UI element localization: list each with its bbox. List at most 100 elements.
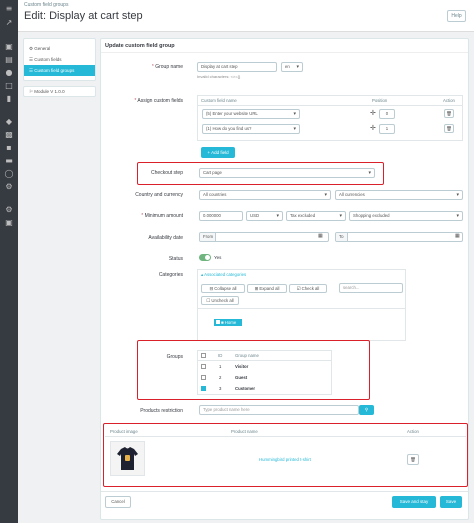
group-name-input[interactable]: Display at cart step — [197, 62, 277, 72]
status-value: Yes — [214, 255, 222, 260]
status-toggle[interactable] — [199, 254, 211, 261]
panel-title: Update custom field group — [101, 39, 468, 53]
country-currency-label: Country and currency — [135, 192, 183, 198]
page-title: Edit: Display at cart step — [24, 10, 143, 22]
modules-icon[interactable]: ◆ — [4, 117, 14, 126]
search-icon: ⚲ — [364, 407, 369, 412]
categories-label: Categories — [158, 272, 183, 278]
col-position: Position — [372, 98, 388, 103]
edit-form-panel: Update custom field group * Group name D… — [100, 38, 469, 520]
associated-categories-link[interactable]: ▴ Associated categories — [201, 272, 246, 278]
subnav-item-custom-field-groups[interactable]: ☰ Custom field groups — [24, 65, 95, 76]
checkout-step-select[interactable]: Cart page — [199, 168, 375, 178]
col-group-name: Group name — [235, 353, 259, 358]
col-action: Action — [443, 98, 455, 103]
orders-icon[interactable]: ▤ — [4, 55, 14, 64]
assign-fields-label: * Assign custom fields — [134, 98, 183, 104]
language-select[interactable]: en — [281, 62, 303, 72]
product-image — [110, 441, 145, 476]
group-id-3: 3 — [219, 386, 222, 391]
minimum-amount-input[interactable]: 0.000000 — [199, 211, 243, 221]
save-button[interactable]: Save — [440, 496, 462, 508]
col-product-action: Action — [407, 429, 419, 434]
remove-product-button[interactable]: 🗑 — [407, 454, 419, 465]
checkbox-icon — [216, 320, 220, 324]
basket-icon[interactable]: ▣ — [4, 42, 14, 51]
group-name-1: Visitor — [235, 364, 249, 369]
col-product-name: Product name — [231, 429, 258, 434]
trash-icon: 🗑 — [446, 126, 452, 131]
customer-icon[interactable]: ● — [4, 68, 14, 77]
check-all-button[interactable]: ☑ Check all — [289, 284, 327, 293]
product-name-link[interactable]: Hummingbird printed t-shirt — [259, 457, 311, 462]
custom-field-select-2[interactable]: (1) How do you find us? — [202, 124, 300, 134]
date-to-input[interactable]: To — [335, 232, 463, 242]
groups-table: ID Group name 1 Visitor 2 Guest 3 Custom… — [197, 350, 332, 395]
design-icon[interactable]: ▩ — [4, 130, 14, 139]
shipping-select[interactable]: Shopping excluded — [349, 211, 463, 221]
subnav-item-general[interactable]: ⚙ General — [24, 43, 95, 54]
uncheck-all-button[interactable]: ☐ Uncheck all — [201, 296, 239, 305]
minimum-amount-label: * Minimum amount — [141, 213, 183, 219]
drag-handle-icon[interactable]: ✛ — [370, 109, 376, 117]
group-name-3: Customer — [235, 386, 256, 391]
add-field-button[interactable]: + Add field — [201, 147, 235, 158]
advanced-icon[interactable]: ▣ — [4, 218, 14, 227]
groups-label: Groups — [166, 354, 183, 360]
tax-select[interactable]: Tax excluded — [286, 211, 346, 221]
calendar-icon[interactable]: ▦ — [318, 233, 323, 239]
delete-row-1-button[interactable]: 🗑 — [444, 109, 454, 118]
position-value-2[interactable]: 1 — [379, 124, 395, 134]
chat-icon[interactable]: □ — [4, 81, 14, 90]
category-home[interactable]: ■ Home — [214, 319, 242, 326]
breadcrumb[interactable]: Custom field groups — [24, 2, 68, 8]
group-checkbox-1[interactable] — [201, 364, 206, 369]
expand-all-button[interactable]: ⊞ Expand all — [247, 284, 287, 293]
calendar-icon[interactable]: ▦ — [455, 233, 460, 239]
subnav-item-custom-fields[interactable]: ☰ Custom fields — [24, 54, 95, 65]
settings-icon[interactable]: ⚙ — [4, 182, 14, 191]
checkout-step-label: Checkout step — [151, 170, 183, 176]
international-icon[interactable]: ◯ — [4, 169, 14, 178]
trend-icon[interactable]: ↗ — [4, 18, 14, 27]
main-sidebar: ≡ ↗ ▣ ▤ ● □ ▮ ◆ ▩ ▪ ▬ ◯ ⚙ ⚙ ▣ — [0, 0, 18, 523]
select-all-groups-checkbox[interactable] — [201, 353, 206, 358]
drag-handle-icon[interactable]: ✛ — [370, 124, 376, 132]
group-name-2: Guest — [235, 375, 248, 380]
product-search-button[interactable]: ⚲ — [359, 405, 374, 415]
group-name-label: * Group name — [151, 64, 183, 70]
save-and-stay-button[interactable]: Save and stay — [392, 496, 436, 508]
custom-field-select-1[interactable]: (5) Enter your website URL — [202, 109, 300, 119]
trash-icon: 🗑 — [410, 457, 416, 462]
group-id-1: 1 — [219, 364, 222, 369]
module-subnav: ⚙ General ☰ Custom fields ☰ Custom field… — [23, 38, 96, 81]
col-id: ID — [218, 353, 223, 358]
payment-icon[interactable]: ▬ — [4, 156, 14, 165]
delete-row-2-button[interactable]: 🗑 — [444, 124, 454, 133]
group-checkbox-3[interactable] — [201, 386, 206, 391]
group-name-hint: Invalid characters: <>={} — [197, 74, 241, 79]
country-select[interactable]: All countries — [199, 190, 331, 200]
col-product-image: Product image — [110, 429, 138, 434]
position-value-1[interactable]: 0 — [379, 109, 395, 119]
shipping-icon[interactable]: ▪ — [4, 143, 14, 152]
category-search-input[interactable]: search... — [339, 283, 403, 293]
stats-icon[interactable]: ▮ — [4, 94, 14, 103]
products-restriction-label: Products restriction — [140, 408, 183, 414]
product-search-input[interactable]: Type product name here — [199, 405, 359, 415]
gear-icon[interactable]: ⚙ — [4, 205, 14, 214]
assign-fields-table: Custom field name Position Action (5) En… — [197, 95, 463, 141]
collapse-all-button[interactable]: ⊟ Collapse all — [201, 284, 245, 293]
menu-toggle-icon[interactable]: ≡ — [4, 4, 14, 13]
group-id-2: 2 — [219, 375, 222, 380]
cancel-button[interactable]: Cancel — [105, 496, 131, 508]
currency-select[interactable]: All currencies — [335, 190, 463, 200]
amount-currency-select[interactable]: USD — [246, 211, 283, 221]
date-from-input[interactable]: From — [199, 232, 329, 242]
tshirt-icon — [117, 447, 138, 470]
module-version: ⚐ Module V 1.0.0 — [23, 86, 96, 97]
group-checkbox-2[interactable] — [201, 375, 206, 380]
help-button[interactable]: Help — [447, 10, 466, 22]
page-header: Custom field groups Edit: Display at car… — [18, 0, 474, 32]
trash-icon: 🗑 — [446, 111, 452, 116]
